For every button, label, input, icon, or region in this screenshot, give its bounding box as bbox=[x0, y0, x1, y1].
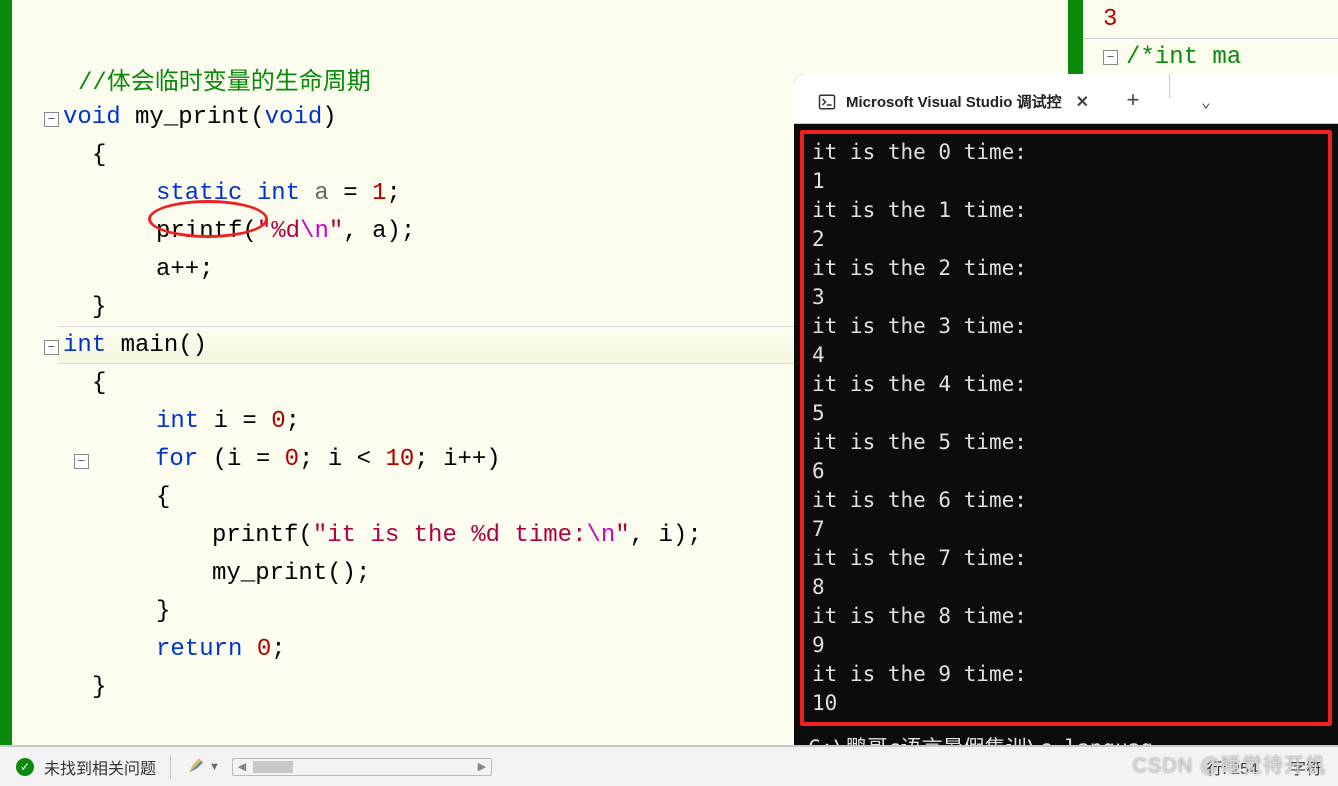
console-line: 10 bbox=[812, 689, 1320, 718]
console-line: 8 bbox=[812, 573, 1320, 602]
console-line: it is the 4 time: bbox=[812, 370, 1320, 399]
console-tab[interactable]: Microsoft Visual Studio 调试控 ✕ bbox=[800, 80, 1111, 123]
brace: } bbox=[92, 294, 106, 321]
console-line: it is the 9 time: bbox=[812, 660, 1320, 689]
fn-call: my_print(); bbox=[212, 560, 370, 587]
fmt: %d bbox=[271, 218, 300, 245]
semi: ; bbox=[271, 636, 285, 663]
console-line: 1 bbox=[812, 167, 1320, 196]
decl: i = bbox=[199, 408, 271, 435]
args: , i); bbox=[630, 522, 702, 549]
console-line: it is the 8 time: bbox=[812, 602, 1320, 631]
console-line: it is the 2 time: bbox=[812, 254, 1320, 283]
fn-printf: printf bbox=[212, 522, 298, 549]
console-line: it is the 7 time: bbox=[812, 544, 1320, 573]
num: 0 bbox=[257, 636, 271, 663]
console-line: 5 bbox=[812, 399, 1320, 428]
kw-void2: void bbox=[265, 104, 323, 131]
close-icon[interactable]: ✕ bbox=[1072, 92, 1093, 112]
esc: \n bbox=[586, 522, 615, 549]
fn-main: main bbox=[106, 332, 178, 359]
console-line: 7 bbox=[812, 515, 1320, 544]
kw-int: int bbox=[63, 332, 106, 359]
string: it is the %d time: bbox=[327, 522, 586, 549]
check-icon: ✓ bbox=[16, 758, 34, 776]
console-line: it is the 3 time: bbox=[812, 312, 1320, 341]
parens: () bbox=[178, 332, 207, 359]
fn-printf: printf bbox=[156, 218, 242, 245]
for-b: ; i < bbox=[299, 446, 385, 473]
for-c: ; i++) bbox=[414, 446, 500, 473]
semi: ; bbox=[286, 408, 300, 435]
brace: } bbox=[92, 674, 106, 701]
sp bbox=[242, 636, 256, 663]
console-line: 2 bbox=[812, 225, 1320, 254]
semi: ; bbox=[386, 180, 400, 207]
paren: ( bbox=[242, 218, 256, 245]
horizontal-scrollbar[interactable]: ◀ ▶ bbox=[232, 758, 492, 776]
new-tab-button[interactable]: + bbox=[1111, 80, 1155, 123]
fn-name: my_print bbox=[121, 104, 251, 131]
num-0: 0 bbox=[271, 408, 285, 435]
stmt-inc: a++; bbox=[156, 256, 214, 283]
num: 10 bbox=[385, 446, 414, 473]
tab-dropdown-button[interactable]: ⌄ bbox=[1184, 80, 1228, 123]
quote: " bbox=[313, 522, 327, 549]
paren-close: ) bbox=[322, 104, 336, 131]
op-eq: = bbox=[343, 180, 372, 207]
num: 0 bbox=[285, 446, 299, 473]
brace: { bbox=[92, 370, 106, 397]
watermark: CSDN @睡觉待开机 bbox=[1132, 749, 1326, 778]
ident-a: a bbox=[300, 180, 343, 207]
quote: " bbox=[329, 218, 343, 245]
for-a: (i = bbox=[198, 446, 284, 473]
brace: { bbox=[92, 142, 106, 169]
dropdown-icon[interactable]: ▼ bbox=[209, 761, 220, 773]
console-line: 6 bbox=[812, 457, 1320, 486]
scroll-thumb[interactable] bbox=[253, 761, 293, 773]
num-1: 1 bbox=[372, 180, 386, 207]
brace: } bbox=[156, 598, 170, 625]
scroll-left-icon[interactable]: ◀ bbox=[233, 760, 251, 773]
args: , a) bbox=[343, 218, 401, 245]
console-line: it is the 0 time: bbox=[812, 138, 1320, 167]
comment-fragment: /*int ma bbox=[1126, 44, 1241, 71]
paren: ( bbox=[298, 522, 312, 549]
terminal-icon bbox=[818, 93, 836, 111]
kw-int: int bbox=[156, 408, 199, 435]
console-line: 9 bbox=[812, 631, 1320, 660]
console-line: it is the 6 time: bbox=[812, 486, 1320, 515]
quote: " bbox=[615, 522, 629, 549]
quote: " bbox=[257, 218, 271, 245]
fold-toggle[interactable]: − bbox=[1103, 50, 1118, 65]
kw-for: for bbox=[155, 446, 198, 473]
kw-static: static bbox=[156, 180, 242, 207]
console-output[interactable]: it is the 0 time:1it is the 1 time:2it i… bbox=[794, 124, 1338, 786]
line-number: 3 bbox=[1103, 6, 1117, 33]
esc: \n bbox=[300, 218, 329, 245]
fold-toggle[interactable]: − bbox=[44, 340, 59, 355]
console-line: it is the 5 time: bbox=[812, 428, 1320, 457]
brace: { bbox=[156, 484, 170, 511]
tab-title: Microsoft Visual Studio 调试控 bbox=[846, 91, 1062, 112]
paren: ( bbox=[250, 104, 264, 131]
console-line: 3 bbox=[812, 283, 1320, 312]
console-tabbar: Microsoft Visual Studio 调试控 ✕ + ⌄ bbox=[794, 74, 1338, 124]
console-line: 4 bbox=[812, 341, 1320, 370]
console-line: it is the 1 time: bbox=[812, 196, 1320, 225]
fold-toggle[interactable]: − bbox=[44, 112, 59, 127]
output-highlight-box: it is the 0 time:1it is the 1 time:2it i… bbox=[800, 130, 1332, 726]
kw-int: int bbox=[242, 180, 300, 207]
semi: ; bbox=[401, 218, 415, 245]
brush-icon[interactable] bbox=[185, 757, 205, 777]
kw-return: return bbox=[156, 636, 242, 663]
debug-console-window: Microsoft Visual Studio 调试控 ✕ + ⌄ it is … bbox=[794, 74, 1338, 786]
status-issues[interactable]: 未找到相关问题 bbox=[44, 755, 156, 779]
scroll-right-icon[interactable]: ▶ bbox=[473, 760, 491, 773]
code-comment: //体会临时变量的生命周期 bbox=[78, 61, 371, 97]
fold-toggle[interactable]: − bbox=[74, 454, 89, 469]
kw-void: void bbox=[63, 104, 121, 131]
